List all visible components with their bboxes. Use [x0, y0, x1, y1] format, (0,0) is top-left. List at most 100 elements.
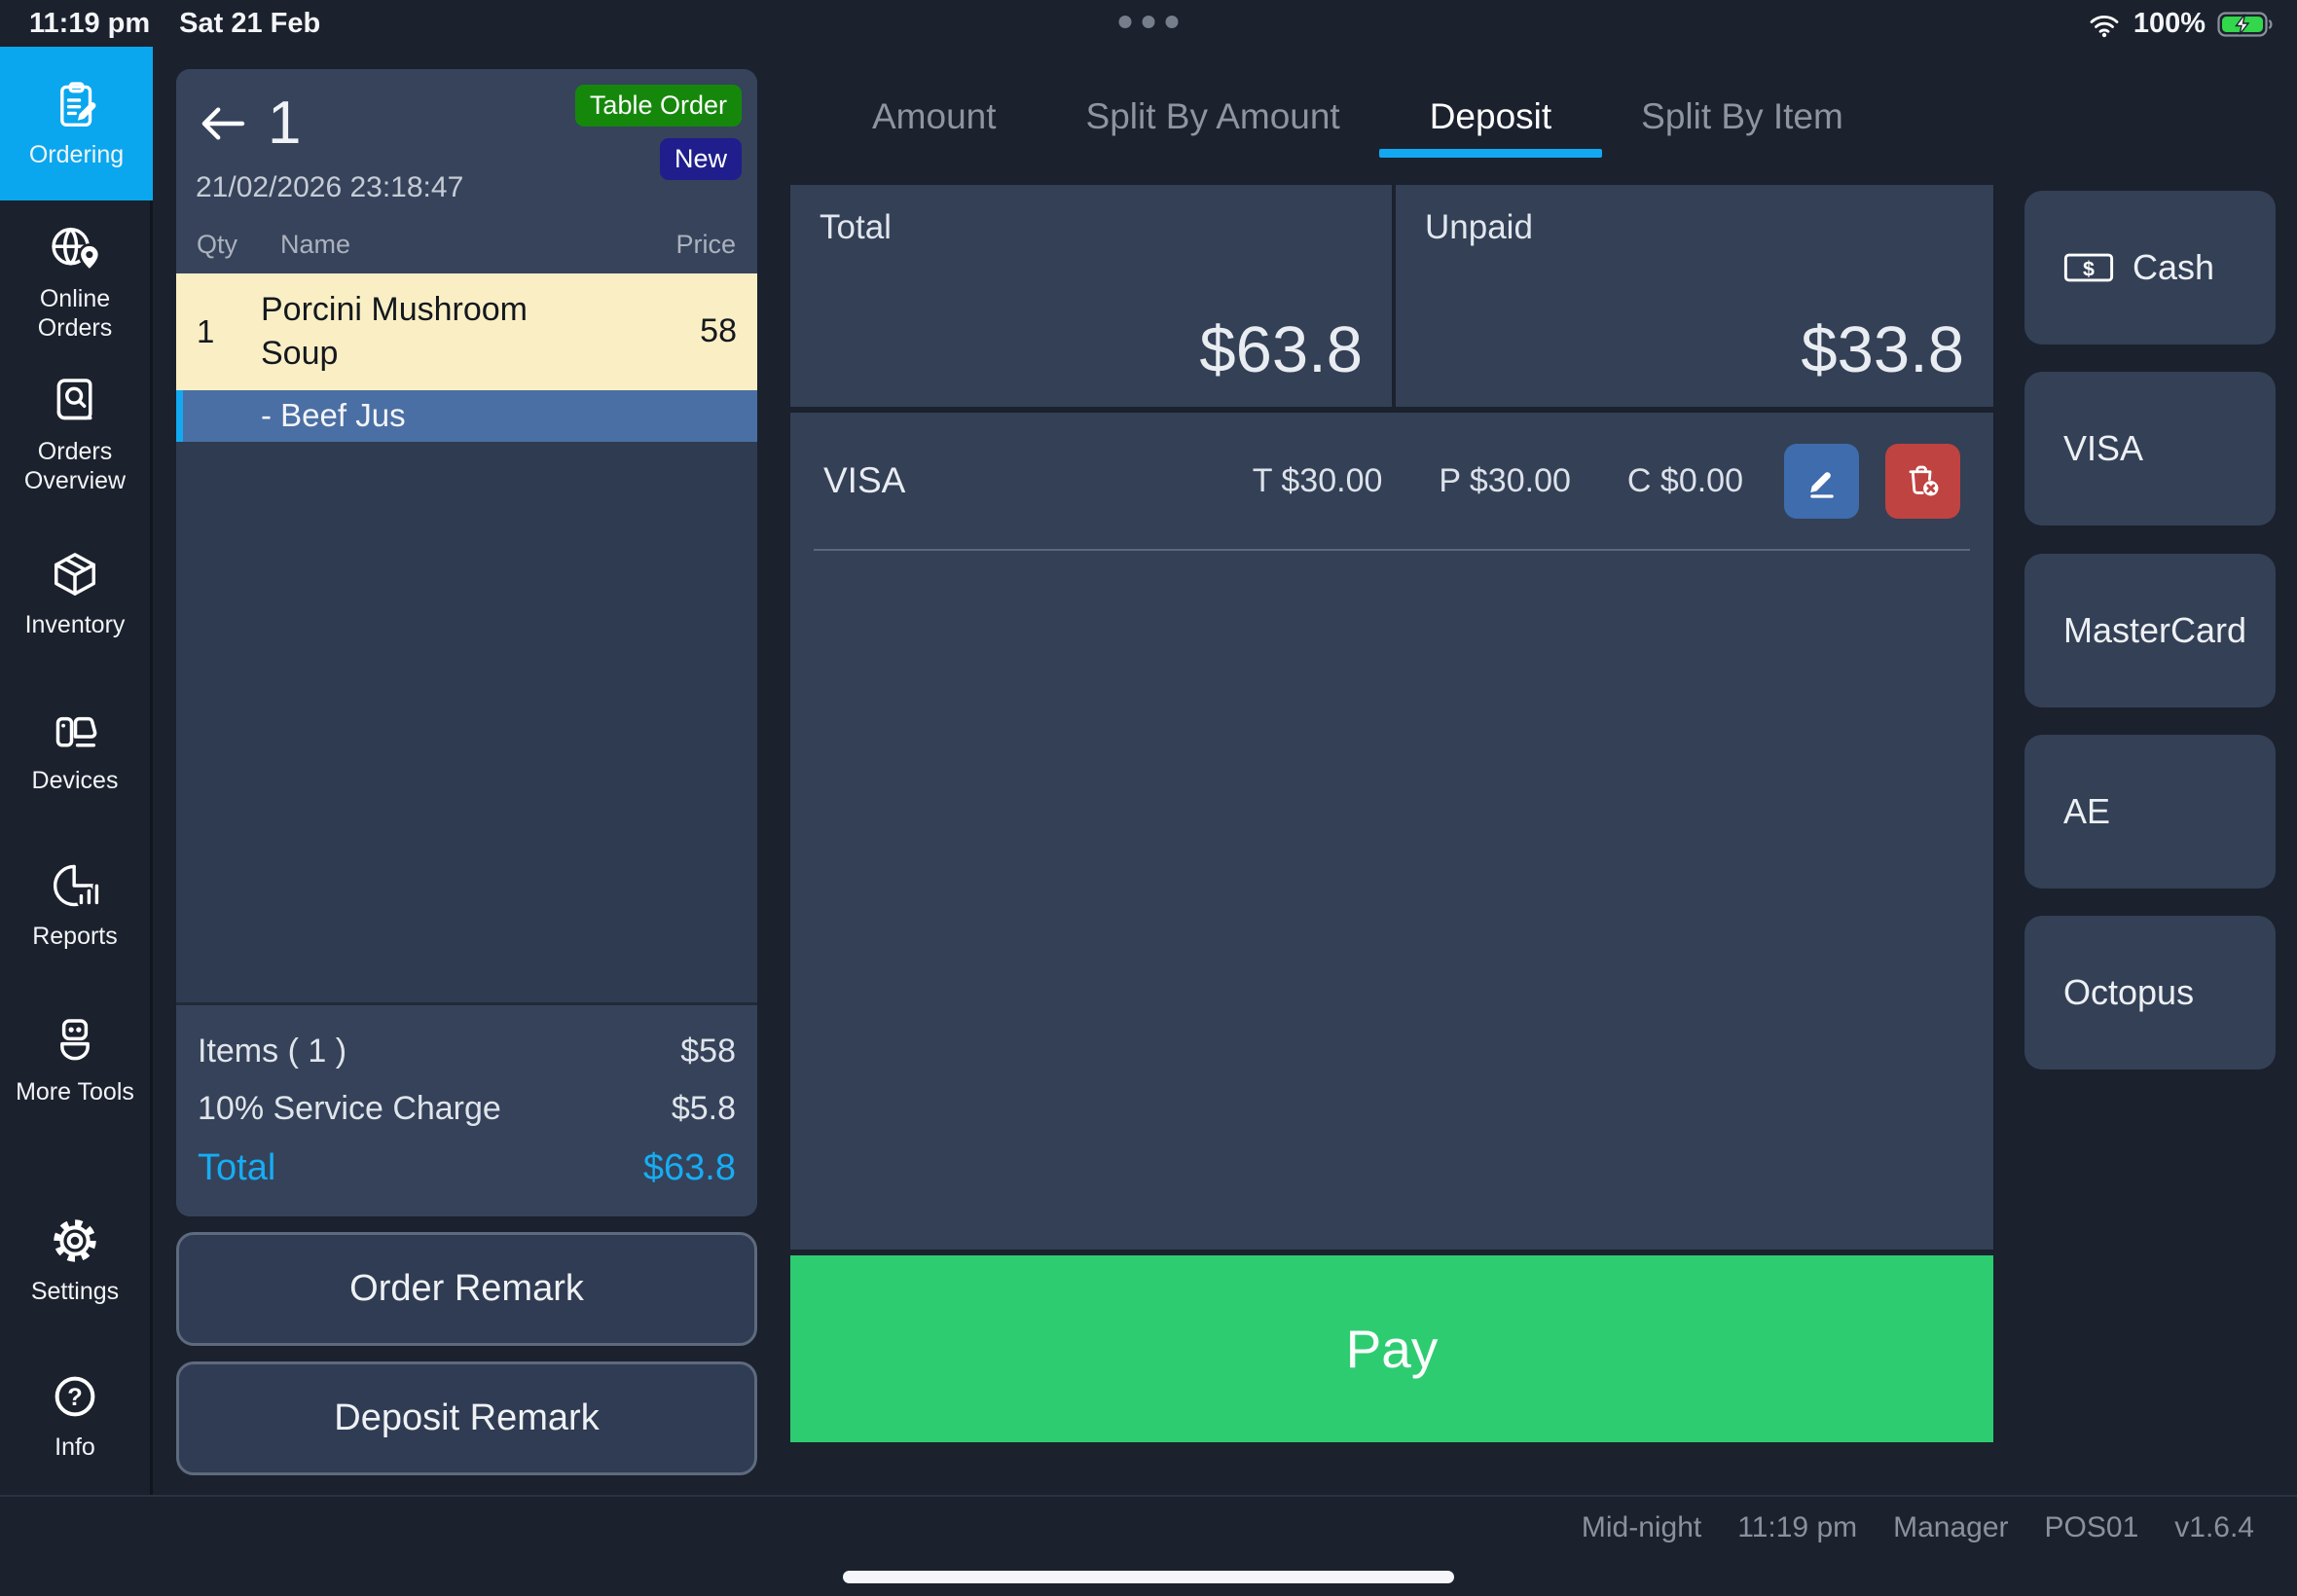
- order-item-list: 1 Porcini Mushroom Soup 58 - Beef Jus: [176, 273, 757, 1002]
- sidebar-item-ordering[interactable]: Ordering: [0, 47, 153, 200]
- order-item-row[interactable]: 1 Porcini Mushroom Soup 58: [176, 273, 757, 390]
- order-status-badge: New: [660, 138, 742, 180]
- entry-amounts: T $30.00 P $30.00 C $0.00: [1253, 462, 1743, 500]
- svg-text:$: $: [2083, 257, 2095, 280]
- svg-text:?: ?: [67, 1384, 83, 1411]
- total-label: Total: [198, 1147, 275, 1189]
- sidebar-item-label: More Tools: [16, 1077, 134, 1106]
- entry-change: C $0.00: [1627, 462, 1743, 500]
- gear-icon: [48, 1214, 102, 1268]
- online-orders-icon: [48, 221, 102, 275]
- deposit-remark-button[interactable]: Deposit Remark: [176, 1361, 757, 1475]
- sidebar-item-label: Devices: [32, 766, 119, 795]
- name-column-header: Name: [280, 230, 675, 260]
- method-label: Octopus: [2063, 972, 2194, 1013]
- question-circle-icon: ?: [48, 1369, 102, 1424]
- method-mastercard-button[interactable]: MasterCard: [2024, 554, 2276, 707]
- sidebar-item-label: Orders Overview: [0, 437, 150, 495]
- tab-amount[interactable]: Amount: [827, 76, 1041, 158]
- sidebar: Ordering Online Orders Or: [0, 47, 153, 1495]
- sidebar-item-settings[interactable]: Settings: [0, 1214, 150, 1306]
- unpaid-panel-amount: $33.8: [1801, 312, 1964, 387]
- entry-divider: [814, 549, 1970, 551]
- trash-x-icon: [1903, 460, 1944, 501]
- multitask-dots-icon: [1119, 16, 1179, 28]
- item-price: 58: [700, 312, 757, 350]
- sidebar-item-label: Inventory: [25, 610, 126, 639]
- order-type-badge: Table Order: [575, 85, 742, 127]
- sidebar-item-reports[interactable]: Reports: [0, 858, 150, 951]
- footer-time: 11:19 pm: [1737, 1511, 1857, 1544]
- method-octopus-button[interactable]: Octopus: [2024, 916, 2276, 1070]
- order-remark-button[interactable]: Order Remark: [176, 1232, 757, 1346]
- method-label: VISA: [2063, 428, 2143, 469]
- sidebar-item-devices[interactable]: Devices: [0, 703, 150, 795]
- method-ae-button[interactable]: AE: [2024, 735, 2276, 889]
- sidebar-item-label: Online Orders: [0, 284, 150, 343]
- inventory-icon: [48, 547, 102, 601]
- unpaid-panel: Unpaid $33.8: [1396, 185, 1993, 407]
- orders-overview-icon: [48, 374, 102, 428]
- pay-button[interactable]: Pay: [790, 1255, 1993, 1442]
- qty-column-header: Qty: [196, 230, 280, 260]
- order-column-headers: Qty Name Price: [196, 230, 738, 260]
- tab-deposit[interactable]: Deposit: [1385, 76, 1596, 158]
- method-label: MasterCard: [2063, 610, 2246, 651]
- sidebar-item-label: Settings: [31, 1277, 119, 1306]
- battery-charging-icon: [2217, 10, 2278, 39]
- unpaid-panel-label: Unpaid: [1425, 208, 1964, 247]
- reports-icon: [48, 858, 102, 913]
- item-modifier-row[interactable]: - Beef Jus: [176, 390, 757, 442]
- footer-version: v1.6.4: [2174, 1511, 2254, 1544]
- sidebar-item-label: Reports: [32, 922, 118, 951]
- item-name: Porcini Mushroom Soup: [261, 288, 602, 376]
- status-time: 11:19 pm: [29, 8, 150, 40]
- sidebar-item-label: Ordering: [29, 140, 124, 169]
- payment-entry-row: VISA T $30.00 P $30.00 C $0.00: [790, 413, 1993, 549]
- method-visa-button[interactable]: VISA: [2024, 372, 2276, 526]
- status-date: Sat 21 Feb: [179, 8, 320, 40]
- tab-split-by-amount[interactable]: Split By Amount: [1041, 76, 1385, 158]
- footer-role: Manager: [1893, 1511, 2008, 1544]
- edit-payment-button[interactable]: [1784, 444, 1859, 519]
- sidebar-item-more-tools[interactable]: More Tools: [0, 1014, 150, 1106]
- total-panel-label: Total: [820, 208, 1363, 247]
- order-summary: Items ( 1 ) $58 10% Service Charge $5.8 …: [176, 1002, 757, 1216]
- footer-shift: Mid-night: [1582, 1511, 1701, 1544]
- order-panel: 1 Table Order New 21/02/2026 23:18:47 Qt…: [176, 69, 757, 1216]
- sidebar-item-inventory[interactable]: Inventory: [0, 547, 150, 639]
- summary-items-value: $58: [680, 1033, 736, 1070]
- total-panel-amount: $63.8: [1199, 312, 1363, 387]
- status-bar: 11:19 pm Sat 21 Feb 100%: [0, 0, 2297, 47]
- price-column-header: Price: [675, 230, 738, 260]
- sidebar-item-info[interactable]: ? Info: [0, 1369, 150, 1462]
- back-button[interactable]: [196, 103, 248, 144]
- tab-split-by-item[interactable]: Split By Item: [1596, 76, 1888, 158]
- order-header: 1 Table Order New 21/02/2026 23:18:47 Qt…: [176, 69, 757, 273]
- summary-items-label: Items ( 1 ): [198, 1033, 346, 1070]
- footer-status-bar: Mid-night 11:19 pm Manager POS01 v1.6.4: [0, 1495, 2297, 1596]
- method-cash-button[interactable]: $ Cash: [2024, 191, 2276, 345]
- sidebar-item-online-orders[interactable]: Online Orders: [0, 221, 150, 343]
- sidebar-item-orders-overview[interactable]: Orders Overview: [0, 374, 150, 495]
- wifi-icon: [2087, 10, 2122, 39]
- status-time-date: 11:19 pm Sat 21 Feb: [29, 8, 320, 40]
- summary-total-row: Total $63.8: [198, 1147, 736, 1189]
- service-charge-value: $5.8: [672, 1090, 736, 1128]
- home-indicator[interactable]: [843, 1571, 1454, 1583]
- pencil-icon: [1803, 461, 1841, 500]
- total-value: $63.8: [643, 1147, 736, 1189]
- status-right: 100%: [2087, 8, 2278, 40]
- entry-tendered: T $30.00: [1253, 462, 1383, 500]
- payment-entries-panel: VISA T $30.00 P $30.00 C $0.00: [790, 413, 1993, 1250]
- entry-paid: P $30.00: [1439, 462, 1571, 500]
- devices-icon: [48, 703, 102, 757]
- ordering-icon: [51, 79, 103, 131]
- sidebar-item-label: Info: [55, 1433, 95, 1462]
- summary-items-row: Items ( 1 ) $58: [198, 1033, 736, 1070]
- item-qty: 1: [176, 313, 261, 350]
- delete-payment-button[interactable]: [1885, 444, 1960, 519]
- total-panel: Total $63.8: [790, 185, 1392, 407]
- payment-tabs: Amount Split By Amount Deposit Split By …: [827, 76, 1888, 158]
- table-number: 1: [268, 89, 301, 158]
